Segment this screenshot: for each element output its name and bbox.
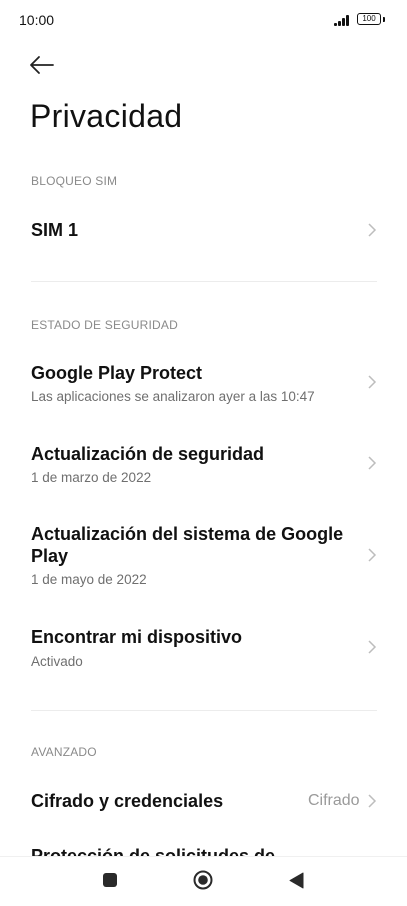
nav-divider — [0, 856, 407, 857]
row-subtitle: Activado — [31, 654, 83, 669]
google-play-system-update-item[interactable]: Actualización del sistema de Google Play… — [0, 512, 407, 602]
section-header-advanced: AVANZADO — [31, 745, 97, 759]
nav-back-button[interactable] — [287, 871, 305, 890]
row-subtitle: 1 de marzo de 2022 — [31, 470, 152, 485]
row-value: Cifrado — [308, 792, 360, 809]
section-header-sim-lock: BLOQUEO SIM — [31, 174, 118, 188]
row-subtitle: 1 de mayo de 2022 — [31, 572, 147, 587]
divider — [31, 281, 377, 282]
back-button[interactable] — [24, 48, 58, 82]
status-bar: 10:00 100 — [0, 0, 407, 40]
divider — [31, 710, 377, 711]
recents-button[interactable] — [103, 873, 117, 887]
google-play-protect-item[interactable]: Google Play Protect Las aplicaciones se … — [0, 350, 407, 414]
row-title: Encontrar mi dispositivo — [31, 627, 243, 647]
row-title: Cifrado y credenciales — [31, 791, 224, 811]
page-title: Privacidad — [30, 98, 183, 134]
row-title: Actualización de seguridad — [31, 444, 265, 464]
arrow-left-icon — [30, 56, 54, 74]
battery-icon: 100 — [357, 13, 381, 25]
chevron-right-icon — [368, 794, 377, 808]
section-header-security-state: ESTADO DE SEGURIDAD — [31, 318, 178, 332]
row-subtitle: Las aplicaciones se analizaron ayer a la… — [31, 389, 315, 404]
row-title: SIM 1 — [31, 220, 79, 240]
encryption-credentials-item[interactable]: Cifrado y credenciales Cifrado — [0, 778, 407, 824]
chevron-right-icon — [368, 223, 377, 237]
sim-1-item[interactable]: SIM 1 — [0, 204, 407, 256]
chevron-right-icon — [368, 456, 377, 470]
chevron-right-icon — [368, 548, 377, 562]
row-title: Google Play Protect — [31, 363, 203, 383]
security-update-item[interactable]: Actualización de seguridad 1 de marzo de… — [0, 432, 407, 496]
status-time: 10:00 — [19, 12, 55, 28]
battery-tip — [383, 17, 385, 22]
row-title: Actualización del sistema de Google Play — [31, 524, 344, 566]
home-button[interactable] — [193, 870, 213, 890]
chevron-right-icon — [368, 375, 377, 389]
chevron-right-icon — [368, 640, 377, 654]
signal-icon — [334, 14, 353, 26]
find-my-device-item[interactable]: Encontrar mi dispositivo Activado — [0, 616, 407, 680]
